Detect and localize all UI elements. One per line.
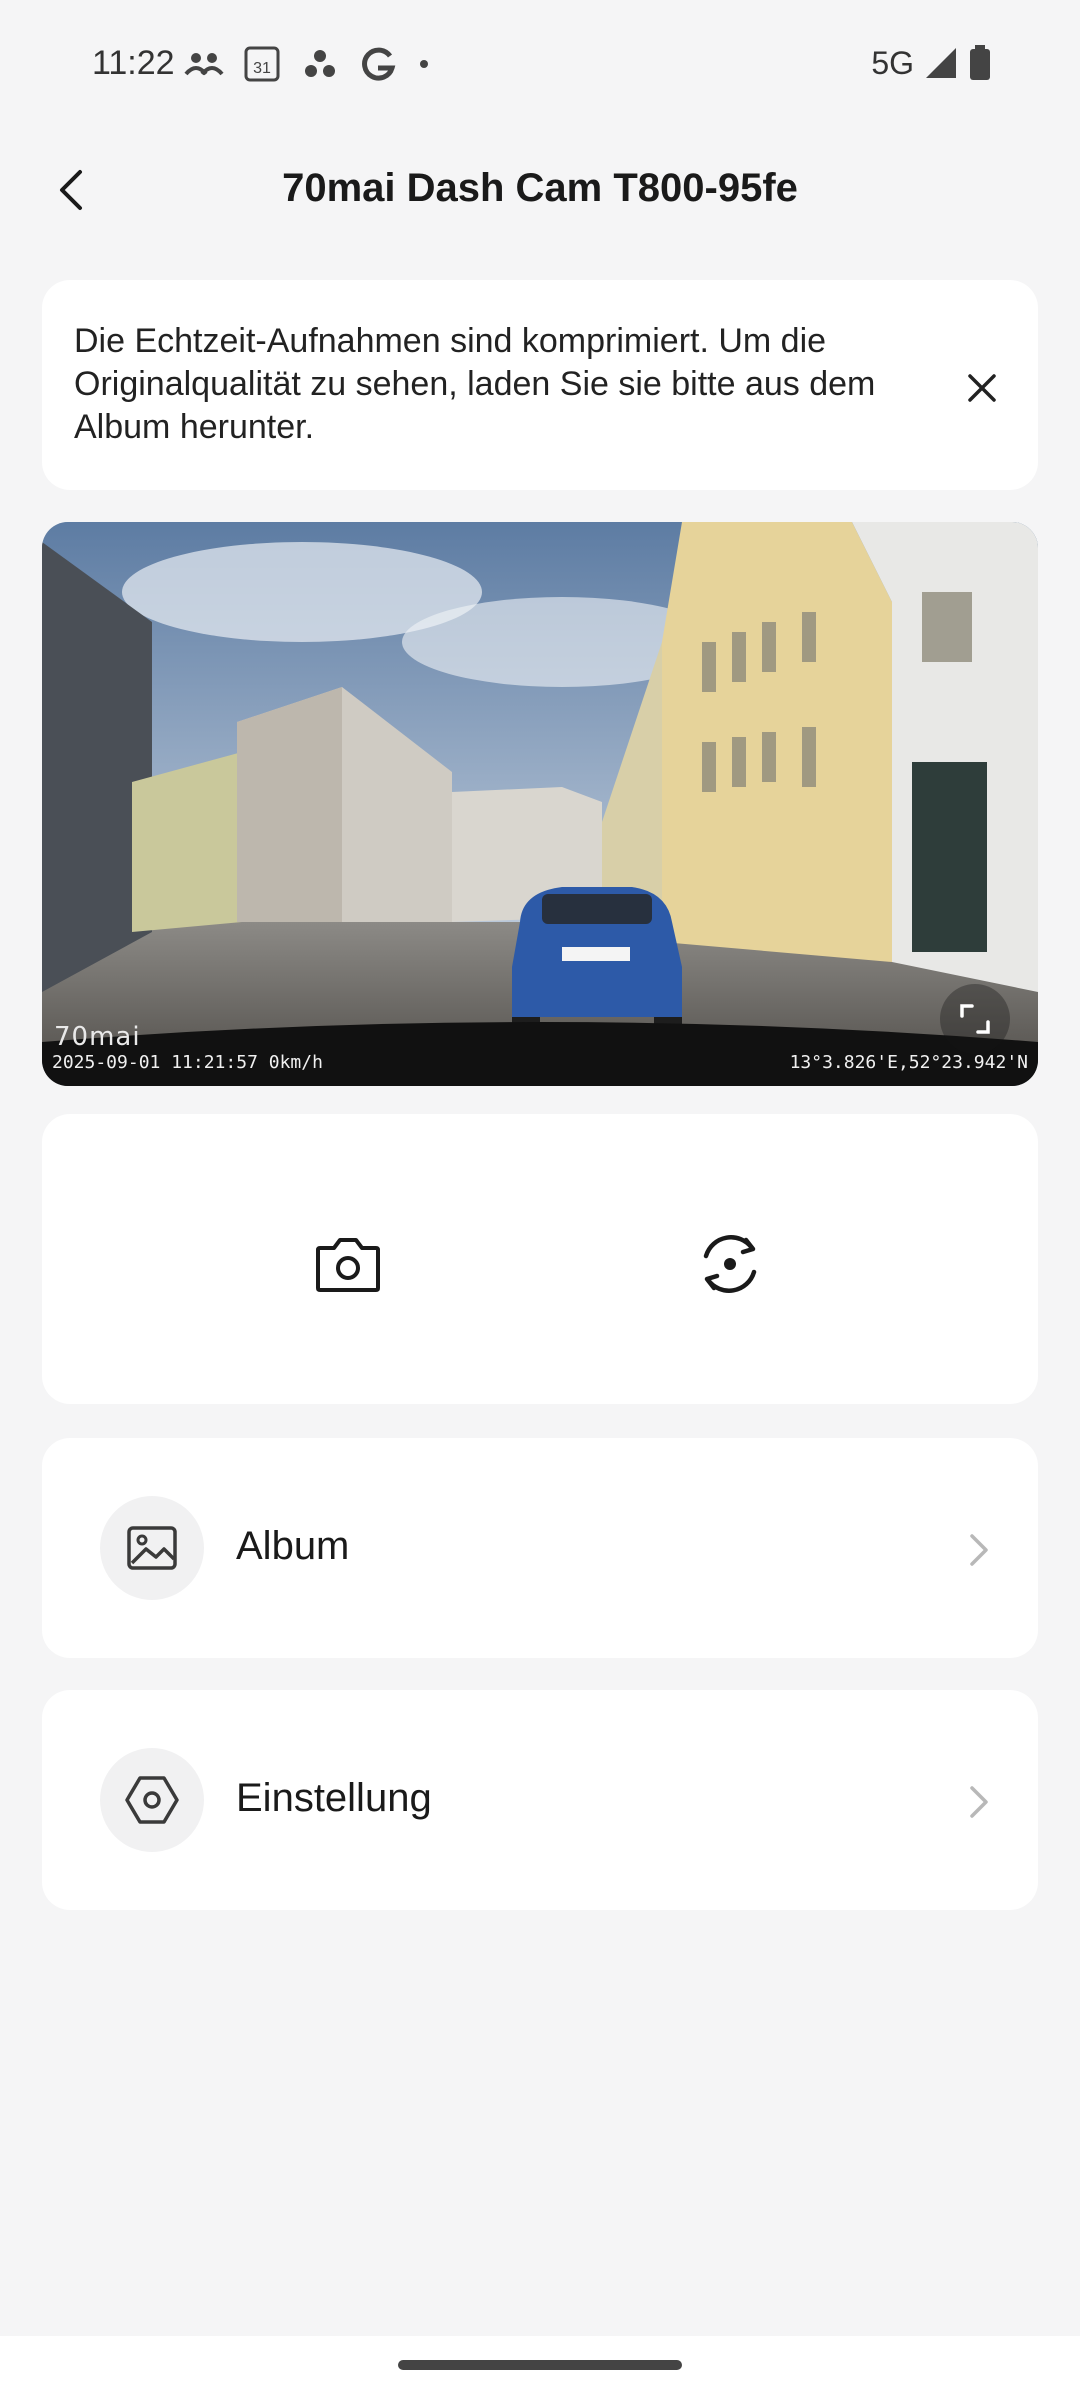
camera-icon	[316, 1238, 380, 1292]
network-label: 5G	[871, 44, 914, 81]
fullscreen-button[interactable]	[940, 984, 1010, 1054]
people-icon	[184, 53, 224, 76]
calendar-icon: 31	[244, 46, 280, 82]
switch-camera-icon	[703, 1235, 757, 1293]
chevron-right-icon	[970, 1786, 988, 1818]
status-right: 5G	[871, 44, 992, 82]
dots-icon	[305, 50, 335, 77]
capture-controls	[42, 1114, 1038, 1404]
navigation-bar	[0, 2336, 1080, 2400]
google-icon	[362, 47, 396, 81]
fullscreen-icon	[960, 1004, 990, 1034]
settings-hexagon-icon	[125, 1776, 179, 1824]
header: 70mai Dash Cam T800-95fe	[0, 136, 1080, 246]
svg-text:31: 31	[253, 60, 271, 77]
menu-row-album[interactable]: Album	[42, 1438, 1038, 1658]
image-icon	[127, 1526, 177, 1570]
home-indicator[interactable]	[398, 2360, 682, 2370]
signal-icon	[926, 48, 956, 78]
gps-overlay: 13°3.826'E,52°23.942'N	[789, 1052, 1028, 1073]
settings-label: Einstellung	[236, 1776, 432, 1820]
status-time: 11:22	[92, 44, 175, 82]
close-icon	[968, 374, 996, 402]
status-bar: 11:22 31 5G	[0, 0, 1080, 136]
page-title: 70mai Dash Cam T800-95fe	[282, 166, 798, 210]
status-icons: 31	[182, 44, 434, 84]
take-photo-button[interactable]	[308, 1224, 388, 1304]
chevron-right-icon	[970, 1534, 988, 1566]
notification-dot-icon	[420, 60, 428, 68]
album-icon-circle	[100, 1496, 204, 1600]
battery-icon	[970, 45, 990, 80]
album-label: Album	[236, 1524, 350, 1568]
menu-row-settings[interactable]: Einstellung	[42, 1690, 1038, 1910]
timestamp-overlay: 2025-09-01 11:21:57 0km/h	[52, 1052, 323, 1073]
camera-scene	[42, 522, 1038, 1086]
switch-camera-button[interactable]	[690, 1224, 770, 1304]
notice-text: Die Echtzeit-Aufnahmen sind komprimiert.…	[74, 322, 876, 446]
watermark-logo: 70mai	[54, 1022, 141, 1052]
live-video-preview[interactable]: 70mai 2025-09-01 11:21:57 0km/h 13°3.826…	[42, 522, 1038, 1086]
settings-icon-circle	[100, 1748, 204, 1852]
notice-close-button[interactable]	[954, 360, 1010, 416]
info-notice: Die Echtzeit-Aufnahmen sind komprimiert.…	[42, 280, 1038, 490]
